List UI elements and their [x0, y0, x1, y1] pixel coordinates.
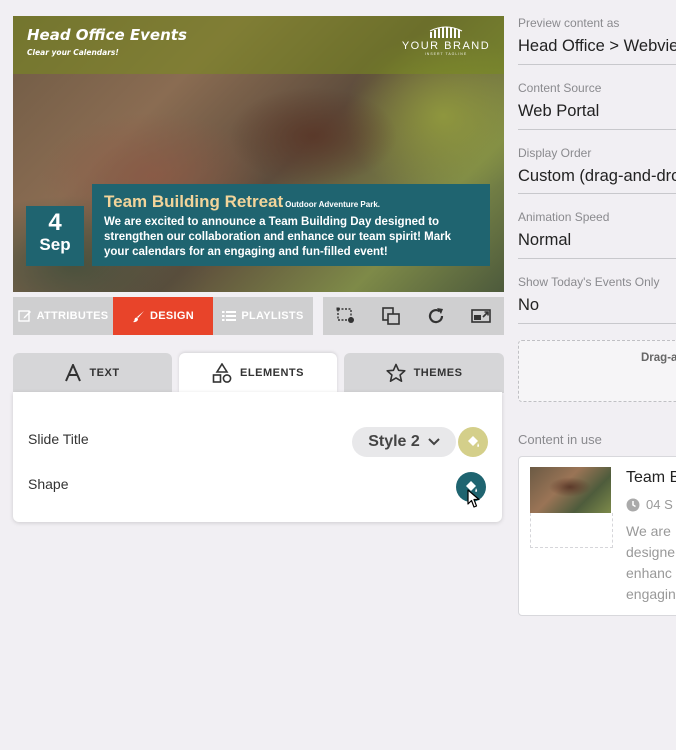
excerpt-line: enhanc [626, 565, 672, 581]
tab-elements-label: ELEMENTS [240, 367, 304, 379]
elements-panel: Slide Title Style 2 Shape [13, 392, 502, 522]
shape-label: Shape [28, 476, 69, 492]
content-source-field[interactable]: Content Source Web Portal [518, 81, 676, 130]
tab-design[interactable]: DESIGN [113, 297, 213, 335]
excerpt-line: designe [626, 544, 676, 560]
show-today-only-value: No [518, 296, 540, 314]
clock-icon [626, 498, 640, 511]
tab-playlists[interactable]: PLAYLISTS [213, 297, 313, 335]
slide-preview: Head Office Events Clear your Calendars!… [13, 16, 504, 292]
star-icon [385, 363, 406, 382]
chevron-down-icon [428, 438, 440, 446]
tab-attributes[interactable]: ATTRIBUTES [13, 297, 113, 335]
date-month: Sep [39, 235, 71, 254]
preview-event-title: Head Office Events [27, 26, 187, 44]
preview-content-as-value: Head Office > Webview [518, 37, 676, 55]
brand-mark-icon [429, 26, 463, 38]
screen-cast-button[interactable] [468, 303, 494, 329]
text-icon [65, 364, 82, 382]
edit-icon [17, 310, 31, 322]
crop-button[interactable] [333, 303, 359, 329]
content-in-use-label: Content in use [518, 432, 602, 447]
slide-location-text: Outdoor Adventure Park. [285, 200, 380, 209]
editor-mode-tabs: ATTRIBUTES DESIGN PLAYLISTS [13, 297, 313, 335]
animation-speed-label: Animation Speed [518, 210, 610, 224]
list-icon [222, 311, 237, 321]
content-item-date: 04 S [646, 497, 673, 512]
content-source-label: Content Source [518, 81, 602, 95]
tab-attributes-label: ATTRIBUTES [36, 310, 109, 322]
brush-icon [133, 310, 144, 322]
tab-themes[interactable]: THEMES [344, 353, 504, 393]
excerpt-line: We are [626, 523, 671, 539]
style-select-value: Style 2 [368, 433, 420, 450]
brand-name: YOUR BRAND [401, 40, 491, 52]
layers-button[interactable] [378, 303, 404, 329]
excerpt-line: engagin [626, 586, 676, 602]
brand-logo: YOUR BRAND INSERT TAGLINE [401, 26, 491, 56]
tab-design-label: DESIGN [150, 310, 194, 322]
brand-tagline: INSERT TAGLINE [424, 52, 468, 56]
tab-elements[interactable]: ELEMENTS [179, 353, 337, 393]
refresh-button[interactable] [423, 303, 449, 329]
layers-icon [382, 307, 400, 325]
content-item-card[interactable]: Team B 04 S We are designe enhanc engagi… [518, 456, 676, 616]
preview-event-subtitle: Clear your Calendars! [27, 48, 119, 57]
tab-text-label: TEXT [89, 367, 120, 379]
content-source-value: Web Portal [518, 102, 600, 120]
drag-drop-zone-text: Drag-a [641, 352, 676, 364]
mouse-cursor-icon [467, 489, 480, 508]
refresh-icon [429, 308, 444, 324]
slide-title-color-button[interactable] [458, 427, 488, 457]
drag-drop-zone[interactable]: Drag-a [518, 340, 676, 402]
slide-description-text: We are excited to announce a Team Buildi… [104, 216, 451, 258]
crop-icon [336, 307, 354, 323]
event-info-box: Team Building Retreat Outdoor Adventure P… [92, 184, 490, 266]
shapes-icon [212, 363, 232, 383]
slide-title-text: Team Building Retreat [104, 192, 284, 211]
show-today-only-field[interactable]: Show Today's Events Only No [518, 275, 676, 324]
animation-speed-field[interactable]: Animation Speed Normal [518, 210, 676, 259]
design-subtabs: TEXT ELEMENTS THEMES [13, 353, 504, 393]
display-order-value: Custom (drag-and-drop) [518, 167, 676, 185]
content-item-title: Team B [626, 469, 676, 486]
slide-title-label: Slide Title [28, 431, 89, 447]
preview-content-as-label: Preview content as [518, 16, 620, 30]
paint-bucket-icon [468, 436, 480, 447]
display-order-label: Display Order [518, 146, 592, 160]
slide-title-style-select[interactable]: Style 2 [352, 427, 456, 457]
content-thumbnail [530, 467, 611, 513]
thumbnail-placeholder [530, 513, 613, 548]
tab-themes-label: THEMES [413, 367, 463, 379]
content-item-excerpt: We are designe enhanc engagin [626, 521, 676, 605]
tab-playlists-label: PLAYLISTS [241, 310, 304, 322]
display-order-field[interactable]: Display Order Custom (drag-and-drop) [518, 146, 676, 194]
content-item-date-row: 04 S [626, 497, 673, 512]
tab-text[interactable]: TEXT [13, 353, 172, 393]
date-badge: 4 Sep [26, 206, 84, 266]
animation-speed-value: Normal [518, 231, 572, 249]
date-day: 4 [48, 209, 62, 236]
preview-tools [323, 297, 504, 335]
screen-cast-icon [471, 309, 492, 323]
show-today-only-label: Show Today's Events Only [518, 275, 660, 289]
preview-content-as-field[interactable]: Preview content as Head Office > Webview [518, 16, 676, 65]
